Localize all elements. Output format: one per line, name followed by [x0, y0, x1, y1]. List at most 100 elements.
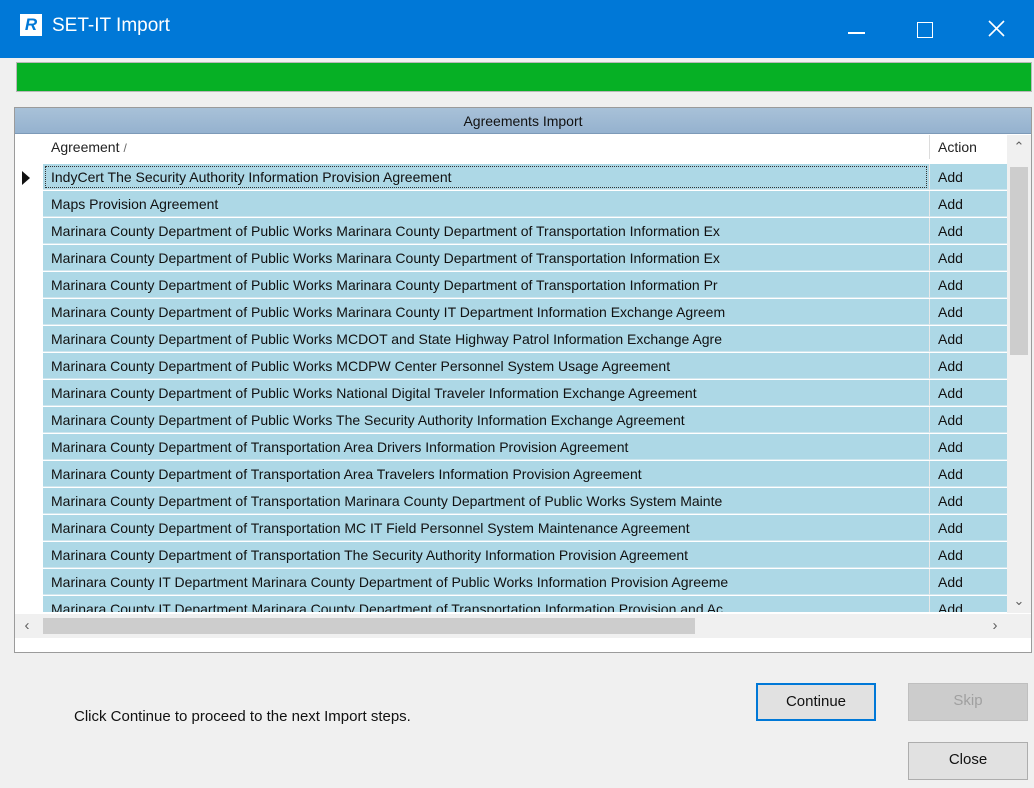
- row-indicator[interactable]: [15, 380, 43, 407]
- agreement-cell[interactable]: Maps Provision Agreement: [43, 191, 929, 217]
- horizontal-scroll-thumb[interactable]: [43, 618, 695, 634]
- agreement-cell[interactable]: Marinara County Department of Transporta…: [43, 434, 929, 460]
- action-cell[interactable]: Add: [929, 353, 1007, 379]
- continue-button[interactable]: Continue: [756, 683, 876, 721]
- agreement-cell[interactable]: Marinara County Department of Public Wor…: [43, 353, 929, 379]
- table-row[interactable]: Marinara County Department of Transporta…: [15, 461, 1007, 488]
- minimize-button[interactable]: [820, 0, 892, 58]
- row-indicator[interactable]: [15, 353, 43, 380]
- maximize-icon: [917, 22, 933, 38]
- scrollbar-corner: [1007, 614, 1031, 638]
- agreement-cell[interactable]: Marinara County Department of Public Wor…: [43, 326, 929, 352]
- table-row[interactable]: Marinara County Department of Public Wor…: [15, 299, 1007, 326]
- vertical-scroll-thumb[interactable]: [1010, 167, 1028, 355]
- action-cell[interactable]: Add: [929, 299, 1007, 325]
- agreement-cell[interactable]: Marinara County Department of Public Wor…: [43, 299, 929, 325]
- close-window-button[interactable]: [960, 0, 1032, 58]
- maximize-button[interactable]: [890, 0, 962, 58]
- agreements-grid: Agreements Import Agreement / Action Indy…: [14, 107, 1032, 653]
- chevron-left-icon[interactable]: ‹: [15, 614, 39, 638]
- row-indicator[interactable]: [15, 569, 43, 596]
- chevron-up-icon[interactable]: ⌃: [1007, 135, 1031, 159]
- agreement-cell[interactable]: Marinara County Department of Transporta…: [43, 461, 929, 487]
- agreement-cell[interactable]: IndyCert The Security Authority Informat…: [43, 164, 929, 190]
- row-indicator[interactable]: [15, 245, 43, 272]
- row-indicator[interactable]: [15, 596, 43, 612]
- row-indicator[interactable]: [15, 299, 43, 326]
- minimize-icon: [848, 32, 865, 34]
- table-row[interactable]: Marinara County Department of Public Wor…: [15, 218, 1007, 245]
- row-indicator[interactable]: [15, 461, 43, 488]
- table-row[interactable]: Marinara County Department of Public Wor…: [15, 245, 1007, 272]
- row-indicator[interactable]: [15, 191, 43, 218]
- window-title: SET-IT Import: [52, 15, 170, 36]
- agreement-cell[interactable]: Marinara County IT Department Marinara C…: [43, 569, 929, 595]
- table-row[interactable]: Marinara County Department of Public Wor…: [15, 272, 1007, 299]
- action-cell[interactable]: Add: [929, 461, 1007, 487]
- row-indicator[interactable]: [15, 488, 43, 515]
- action-cell[interactable]: Add: [929, 380, 1007, 406]
- row-indicator[interactable]: [15, 515, 43, 542]
- column-header-action-label: Action: [938, 139, 977, 155]
- import-progress-bar: [16, 62, 1032, 92]
- row-indicator[interactable]: [15, 164, 43, 191]
- column-header-agreement[interactable]: Agreement /: [43, 135, 927, 159]
- agreement-cell[interactable]: Marinara County Department of Public Wor…: [43, 380, 929, 406]
- action-cell[interactable]: Add: [929, 326, 1007, 352]
- table-row[interactable]: Marinara County Department of Transporta…: [15, 542, 1007, 569]
- app-icon: R: [20, 14, 42, 36]
- close-button[interactable]: Close: [908, 742, 1028, 780]
- row-indicator[interactable]: [15, 218, 43, 245]
- row-indicator[interactable]: [15, 407, 43, 434]
- table-row[interactable]: Marinara County Department of Public Wor…: [15, 380, 1007, 407]
- skip-button[interactable]: Skip: [908, 683, 1028, 721]
- horizontal-scrollbar[interactable]: ‹ ›: [15, 614, 1007, 638]
- action-cell[interactable]: Add: [929, 407, 1007, 433]
- grid-rows: IndyCert The Security Authority Informat…: [15, 164, 1007, 612]
- action-cell[interactable]: Add: [929, 515, 1007, 541]
- table-row[interactable]: IndyCert The Security Authority Informat…: [15, 164, 1007, 191]
- table-row[interactable]: Marinara County Department of Transporta…: [15, 434, 1007, 461]
- status-text: Click Continue to proceed to the next Im…: [74, 708, 411, 725]
- agreement-cell[interactable]: Marinara County Department of Public Wor…: [43, 272, 929, 298]
- table-row[interactable]: Maps Provision Agreement Add: [15, 191, 1007, 218]
- grid-caption: Agreements Import: [15, 108, 1031, 134]
- table-row[interactable]: Marinara County Department of Public Wor…: [15, 407, 1007, 434]
- agreement-cell[interactable]: Marinara County Department of Transporta…: [43, 488, 929, 514]
- chevron-down-icon[interactable]: ⌄: [1007, 589, 1031, 613]
- title-bar: R SET-IT Import: [0, 0, 1034, 58]
- action-cell[interactable]: Add: [929, 434, 1007, 460]
- agreement-cell[interactable]: Marinara County Department of Transporta…: [43, 542, 929, 568]
- vertical-scrollbar[interactable]: ⌃ ⌄: [1007, 135, 1031, 613]
- agreement-cell[interactable]: Marinara County Department of Public Wor…: [43, 245, 929, 271]
- table-row[interactable]: Marinara County Department of Public Wor…: [15, 326, 1007, 353]
- action-cell[interactable]: Add: [929, 596, 1007, 612]
- row-indicator[interactable]: [15, 434, 43, 461]
- action-cell[interactable]: Add: [929, 569, 1007, 595]
- table-row[interactable]: Marinara County Department of Transporta…: [15, 488, 1007, 515]
- row-indicator[interactable]: [15, 542, 43, 569]
- sort-icon: /: [123, 141, 127, 155]
- chevron-right-icon[interactable]: ›: [983, 614, 1007, 638]
- progress-fill: [17, 63, 1031, 91]
- agreement-cell[interactable]: Marinara County Department of Public Wor…: [43, 407, 929, 433]
- column-header-action[interactable]: Action: [929, 135, 1007, 159]
- action-cell[interactable]: Add: [929, 272, 1007, 298]
- action-cell[interactable]: Add: [929, 191, 1007, 217]
- column-header-agreement-label: Agreement: [51, 139, 120, 155]
- row-indicator[interactable]: [15, 326, 43, 353]
- action-cell[interactable]: Add: [929, 542, 1007, 568]
- action-cell[interactable]: Add: [929, 245, 1007, 271]
- action-cell[interactable]: Add: [929, 164, 1007, 190]
- action-cell[interactable]: Add: [929, 218, 1007, 244]
- table-row[interactable]: Marinara County Department of Public Wor…: [15, 353, 1007, 380]
- close-icon: [988, 20, 1005, 37]
- row-indicator[interactable]: [15, 272, 43, 299]
- agreement-cell[interactable]: Marinara County IT Department Marinara C…: [43, 596, 929, 612]
- agreement-cell[interactable]: Marinara County Department of Transporta…: [43, 515, 929, 541]
- agreement-cell[interactable]: Marinara County Department of Public Wor…: [43, 218, 929, 244]
- table-row[interactable]: Marinara County IT Department Marinara C…: [15, 569, 1007, 596]
- table-row[interactable]: Marinara County IT Department Marinara C…: [15, 596, 1007, 612]
- action-cell[interactable]: Add: [929, 488, 1007, 514]
- table-row[interactable]: Marinara County Department of Transporta…: [15, 515, 1007, 542]
